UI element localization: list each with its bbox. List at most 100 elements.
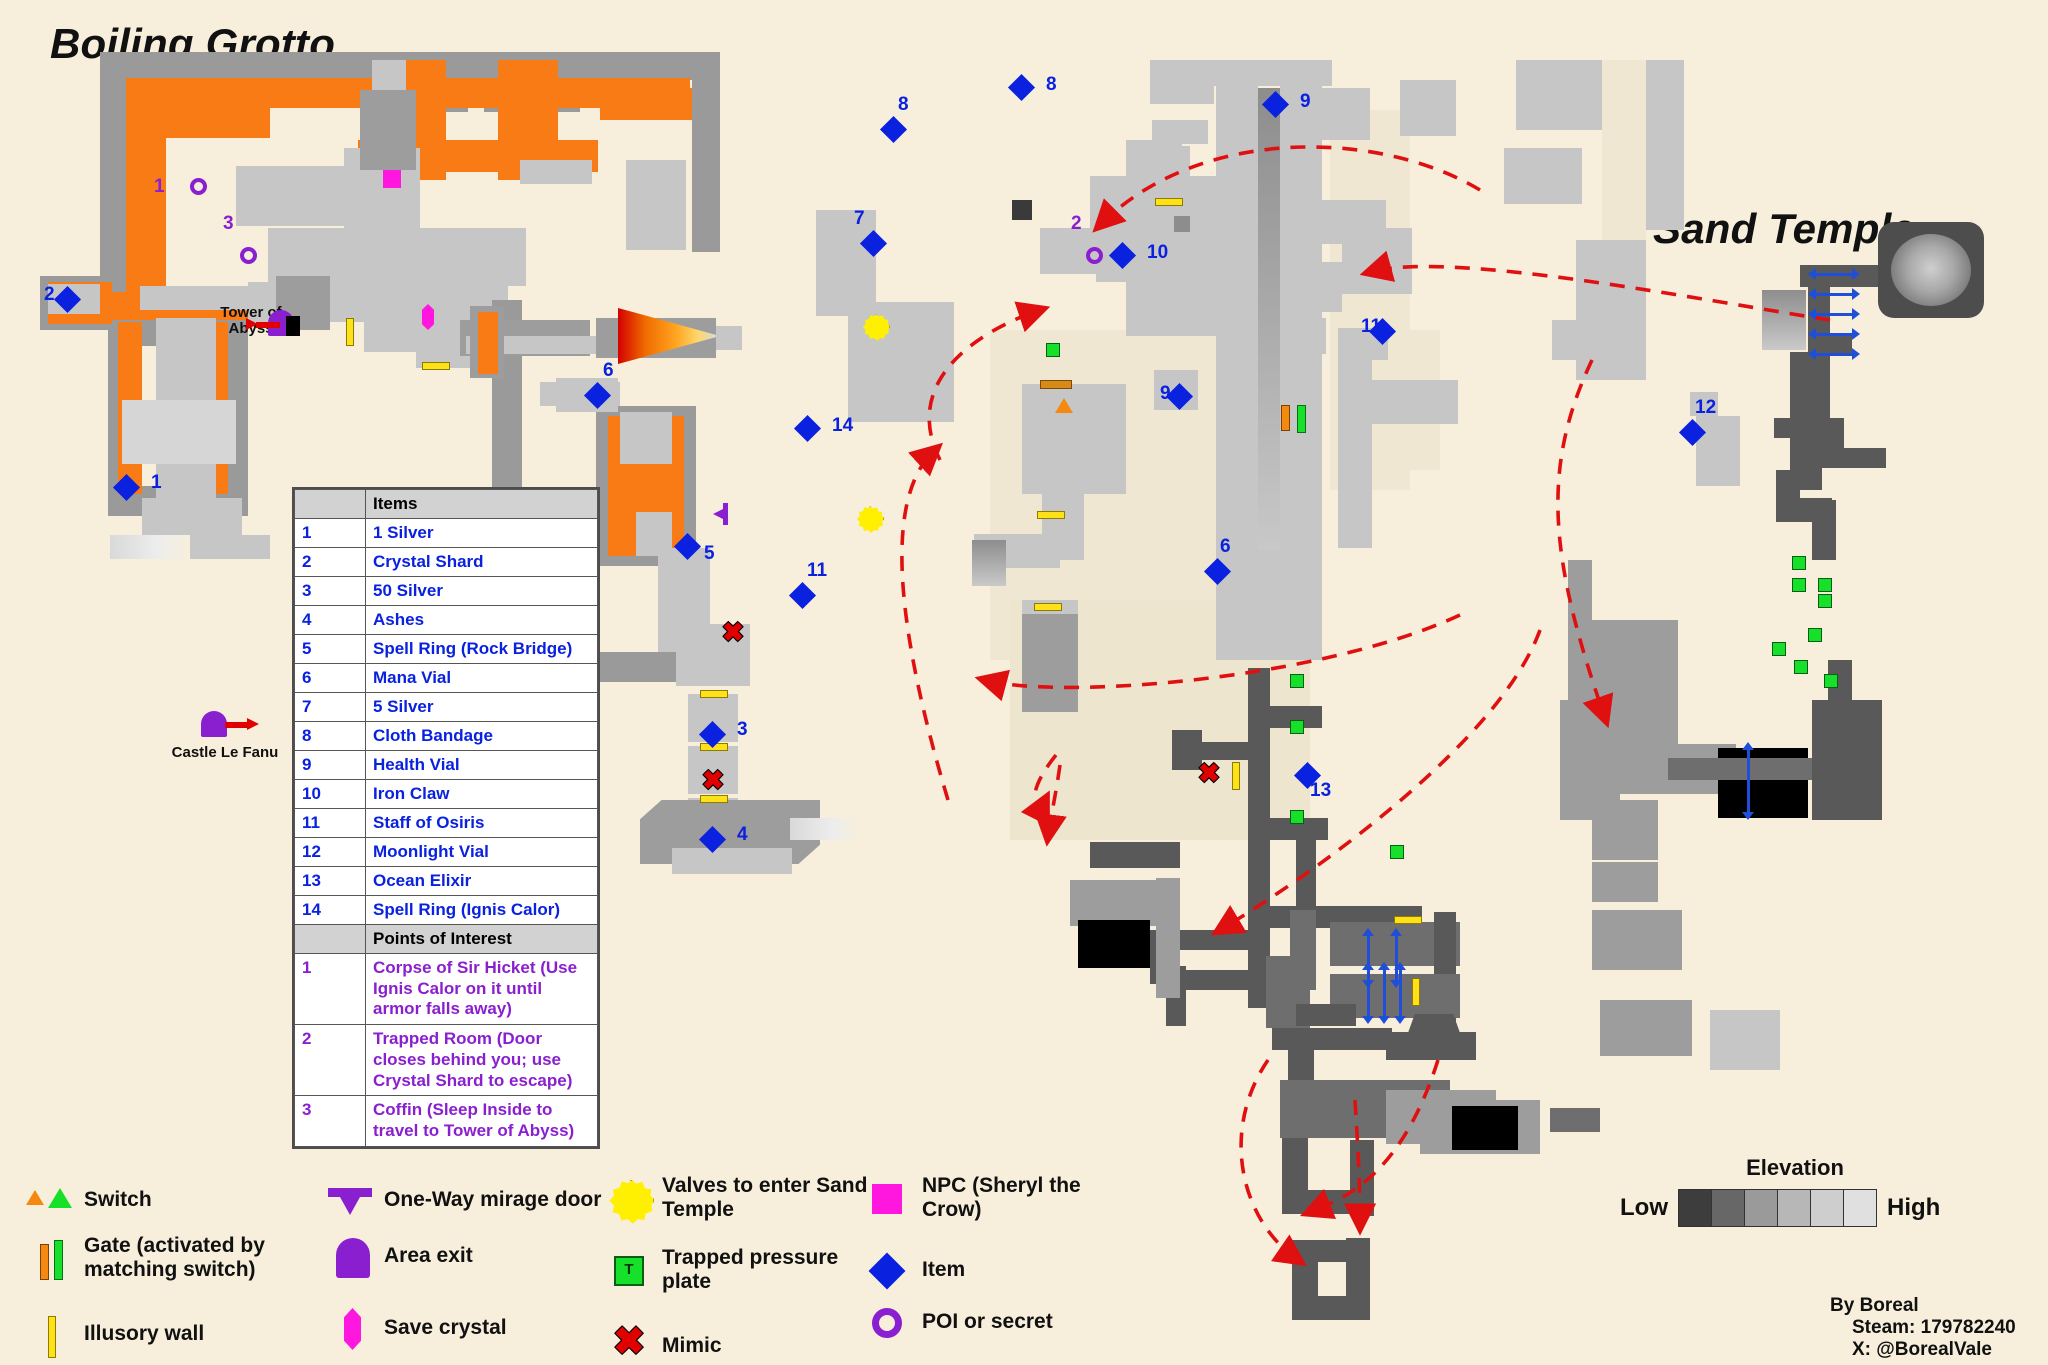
- item-index: 3: [294, 576, 366, 606]
- item-label: Staff of Osiris: [365, 808, 598, 838]
- item-label: 5 Silver: [365, 692, 598, 722]
- poi-marker-number: 1: [154, 176, 165, 197]
- trapped-pressure-plate-marker[interactable]: [1818, 594, 1832, 608]
- item-marker-number: 11: [807, 560, 828, 581]
- trapped-pressure-plate-marker[interactable]: [1046, 343, 1060, 357]
- trapped-pressure-plate-marker[interactable]: [1792, 556, 1806, 570]
- dark-corridor: [1346, 1238, 1370, 1320]
- room: [122, 400, 236, 464]
- poi-header-row: Points of Interest: [294, 924, 598, 954]
- trapped-pressure-plate-marker[interactable]: [1824, 674, 1838, 688]
- item-label: Moonlight Vial: [365, 837, 598, 867]
- legend-label-save-crystal: Save crystal: [384, 1316, 507, 1340]
- item-index: 13: [294, 866, 366, 896]
- exit-direction-arrow: [225, 718, 259, 730]
- items-table: Items 1 1 Silver 2 Crystal Shard 3 50 Silver 4 A…: [294, 489, 598, 1147]
- legend-row-poi: POI or secret: [860, 1300, 1053, 1344]
- switch-marker[interactable]: [1055, 398, 1073, 413]
- table-row: 4 Ashes: [294, 605, 598, 635]
- dark-corridor: [1822, 448, 1886, 468]
- elevation-swatch: [1844, 1190, 1876, 1226]
- item-marker-number: 14: [832, 415, 854, 436]
- trapped-pressure-plate-marker[interactable]: [1290, 674, 1304, 688]
- room: [1504, 148, 1582, 204]
- trapped-pressure-plate-marker[interactable]: [1808, 628, 1822, 642]
- illusory-wall-marker: [1394, 916, 1422, 924]
- corridor: [1148, 146, 1190, 176]
- room: [620, 412, 672, 464]
- poi-marker[interactable]: [1086, 247, 1103, 264]
- area-exit-marker[interactable]: [201, 711, 227, 737]
- poi-marker[interactable]: [240, 247, 257, 264]
- sand-temple-entrance: [1878, 222, 1984, 318]
- items-header-blank: [294, 489, 366, 519]
- trapped-pressure-plate-marker[interactable]: [1818, 578, 1832, 592]
- elevation-swatch: [1745, 1190, 1778, 1226]
- npc-marker[interactable]: [383, 170, 401, 188]
- rock-wall: [100, 52, 128, 312]
- wind-arrow: [1808, 268, 1860, 281]
- item-marker-number: 6: [1220, 536, 1231, 557]
- switch-plate: [1040, 380, 1072, 389]
- legend-label-switch: Switch: [84, 1188, 152, 1212]
- items-header-title: Items: [365, 489, 598, 519]
- legend-row-area-exit: Area exit: [322, 1234, 473, 1278]
- item-label: 50 Silver: [365, 576, 598, 606]
- illusory-wall-marker: [700, 795, 728, 803]
- illusory-wall-marker: [1037, 511, 1065, 519]
- lift-arrow: [1394, 962, 1407, 1024]
- trapped-pressure-plate-marker[interactable]: [1794, 660, 1808, 674]
- poi-index: 3: [294, 1095, 366, 1147]
- poi-label: Corpse of Sir Hicket (Use Ignis Calor on…: [365, 952, 598, 1026]
- switch-icon: [22, 1178, 84, 1222]
- illusory-wall-marker: [700, 690, 728, 698]
- room: [1600, 1000, 1692, 1056]
- item-marker[interactable]: [789, 582, 816, 609]
- trapped-pressure-plate-marker[interactable]: [1290, 810, 1304, 824]
- corridor-fade: [972, 540, 1006, 586]
- dark-tile: [1012, 200, 1032, 220]
- room: [236, 166, 356, 226]
- trapped-pressure-plate-marker[interactable]: [1772, 642, 1786, 656]
- item-index: 14: [294, 895, 366, 925]
- elevation-high-label: High: [1887, 1194, 1941, 1221]
- dark-corridor: [1248, 818, 1328, 840]
- illusory-wall-marker: [1412, 978, 1420, 1006]
- item-marker[interactable]: [1008, 74, 1035, 101]
- poi-label: Trapped Room (Door closes behind you; us…: [365, 1024, 598, 1097]
- lava-flow: [478, 312, 498, 374]
- table-row: 10 Iron Claw: [294, 779, 598, 809]
- trapped-pressure-plate-marker[interactable]: [1390, 845, 1404, 859]
- corridor: [716, 326, 742, 350]
- poi-label: Coffin (Sleep Inside to travel to Tower …: [365, 1095, 598, 1147]
- trapped-pressure-plate-marker[interactable]: [1290, 720, 1304, 734]
- item-marker[interactable]: [880, 116, 907, 143]
- item-index: 11: [294, 808, 366, 838]
- table-row: 13 Ocean Elixir: [294, 866, 598, 896]
- room: [1286, 318, 1326, 354]
- table-row: 3 50 Silver: [294, 576, 598, 606]
- item-label: 1 Silver: [365, 518, 598, 548]
- item-marker-number: 1: [151, 472, 162, 493]
- legend-row-gate: Gate (activated by matching switch): [22, 1234, 265, 1281]
- item-marker-number: 9: [1160, 383, 1171, 404]
- trapped-pressure-plate-marker[interactable]: [1792, 578, 1806, 592]
- room: [1762, 290, 1806, 350]
- item-marker[interactable]: [794, 415, 821, 442]
- item-label: Spell Ring (Rock Bridge): [365, 634, 598, 664]
- shaft-right: [1280, 80, 1322, 550]
- table-row: 3 Coffin (Sleep Inside to travel to Tower…: [294, 1095, 598, 1147]
- item-index: 4: [294, 605, 366, 635]
- elevation-legend: Elevation Low High: [1620, 1155, 1970, 1227]
- legend-row-switch: Switch: [22, 1178, 152, 1222]
- legend-row-valves: Valves to enter Sand Temple: [600, 1174, 867, 1224]
- legend-label-illusory-wall: Illusory wall: [84, 1322, 205, 1346]
- valve-marker[interactable]: [856, 506, 884, 533]
- item-index: 12: [294, 837, 366, 867]
- poi-marker[interactable]: [190, 178, 207, 195]
- legend-label-area-exit: Area exit: [384, 1244, 473, 1268]
- elevation-swatch: [1679, 1190, 1712, 1226]
- poi-header-blank: [294, 924, 366, 954]
- item-label: Crystal Shard: [365, 547, 598, 577]
- one-way-mirage-door-marker[interactable]: [712, 503, 728, 525]
